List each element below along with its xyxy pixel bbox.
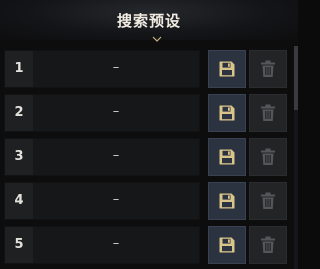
preset-row-1: 1 –: [4, 50, 298, 88]
list-scrollbar[interactable]: [294, 46, 298, 269]
save-floppy-icon: [219, 237, 235, 253]
preset-name: –: [33, 139, 199, 175]
save-preset-button[interactable]: [208, 94, 246, 132]
scrollbar-thumb[interactable]: [294, 46, 298, 110]
search-presets-panel: 搜索预设 1 – 2 – 3 – 4 – 5 –: [0, 0, 298, 269]
preset-name: –: [33, 183, 199, 219]
save-preset-button[interactable]: [208, 138, 246, 176]
preset-slot[interactable]: 5 –: [4, 226, 200, 264]
preset-name: –: [33, 95, 199, 131]
preset-row-4: 4 –: [4, 182, 298, 220]
save-preset-button[interactable]: [208, 50, 246, 88]
preset-row-2: 2 –: [4, 94, 298, 132]
header-divider: [10, 36, 288, 42]
panel-header: 搜索预设: [0, 0, 298, 42]
delete-preset-button[interactable]: [249, 94, 287, 132]
save-floppy-icon: [219, 105, 235, 121]
preset-row-5: 5 –: [4, 226, 298, 264]
delete-preset-button[interactable]: [249, 226, 287, 264]
preset-number: 3: [5, 139, 33, 175]
preset-name: –: [33, 227, 199, 263]
preset-row-3: 3 –: [4, 138, 298, 176]
delete-preset-button[interactable]: [249, 182, 287, 220]
preset-number: 4: [5, 183, 33, 219]
save-floppy-icon: [219, 149, 235, 165]
preset-slot[interactable]: 1 –: [4, 50, 200, 88]
preset-name: –: [33, 51, 199, 87]
preset-slot[interactable]: 3 –: [4, 138, 200, 176]
save-preset-button[interactable]: [208, 226, 246, 264]
preset-number: 5: [5, 227, 33, 263]
trash-icon: [261, 148, 275, 165]
delete-preset-button[interactable]: [249, 138, 287, 176]
save-floppy-icon: [219, 193, 235, 209]
trash-icon: [261, 60, 275, 77]
save-preset-button[interactable]: [208, 182, 246, 220]
trash-icon: [261, 104, 275, 121]
trash-icon: [261, 192, 275, 209]
preset-slot[interactable]: 2 –: [4, 94, 200, 132]
preset-number: 1: [5, 51, 33, 87]
preset-slot[interactable]: 4 –: [4, 182, 200, 220]
trash-icon: [261, 236, 275, 253]
panel-title: 搜索预设: [116, 12, 181, 30]
delete-preset-button[interactable]: [249, 50, 287, 88]
save-floppy-icon: [219, 61, 235, 77]
preset-number: 2: [5, 95, 33, 131]
